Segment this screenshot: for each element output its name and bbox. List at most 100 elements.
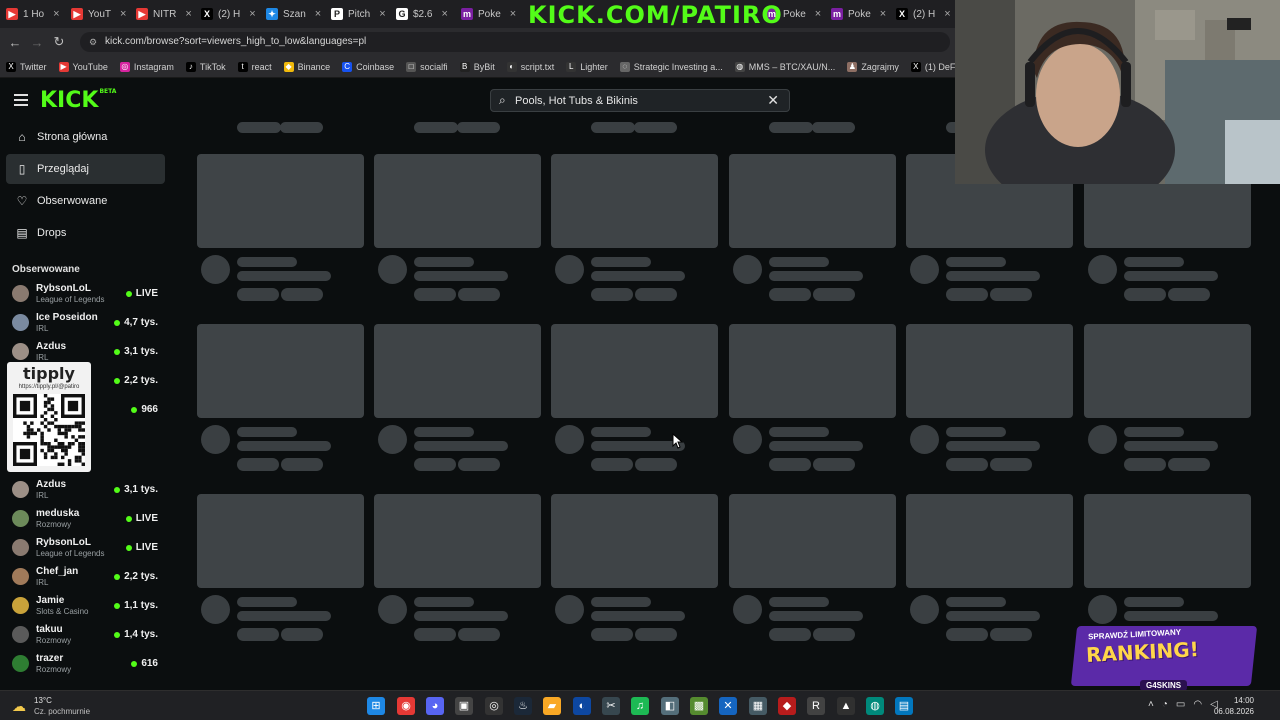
bookmark-item[interactable]: □ socialfi xyxy=(406,61,448,72)
network-icon[interactable]: ▭ xyxy=(1176,699,1185,710)
tab-close-icon[interactable]: × xyxy=(120,8,126,20)
discord-icon[interactable]: ◕ xyxy=(426,697,444,715)
sidebar-item-obserwowane[interactable]: ♡ Obserwowane xyxy=(6,186,165,216)
skeleton-stream-thumbnail[interactable] xyxy=(1084,324,1251,418)
obs-icon[interactable]: ◎ xyxy=(485,697,503,715)
skeleton-stream-thumbnail[interactable] xyxy=(374,154,541,248)
notepad-icon[interactable]: ▤ xyxy=(895,697,913,715)
skeleton-stream-thumbnail[interactable] xyxy=(729,324,896,418)
bookmark-item[interactable]: C Coinbase xyxy=(342,61,394,72)
bookmark-item[interactable]: ◐ script.txt xyxy=(506,61,554,72)
site-info-icon[interactable]: ⚙ xyxy=(89,32,97,52)
app7-icon[interactable]: ◍ xyxy=(866,697,884,715)
browser-tab[interactable]: m Poke × xyxy=(455,0,520,28)
followed-channel[interactable]: RybsonLoL League of Legends LIVE xyxy=(10,534,165,562)
tab-close-icon[interactable]: × xyxy=(510,8,516,20)
x-icon[interactable]: ✕ xyxy=(719,697,737,715)
promo-banner[interactable]: SPRAWDŹ LIMITOWANY RANKING! G4SKINS xyxy=(1068,612,1258,692)
wifi-icon[interactable]: ◠ xyxy=(1193,699,1202,710)
search-input[interactable] xyxy=(515,92,765,109)
followed-channel[interactable]: Ice Poseidon IRL 4,7 tys. xyxy=(10,309,165,337)
menu-icon[interactable] xyxy=(14,94,28,106)
skeleton-stream-thumbnail[interactable] xyxy=(551,494,718,588)
app2-icon[interactable]: ◧ xyxy=(661,697,679,715)
skeleton-stream-thumbnail[interactable] xyxy=(729,494,896,588)
kick-logo[interactable]: KICKBETA xyxy=(40,88,116,113)
bookmark-item[interactable]: ♟ Zagrajmy xyxy=(847,61,899,72)
bookmark-item[interactable]: ◎ Instagram xyxy=(119,61,174,72)
tab-close-icon[interactable]: × xyxy=(441,8,447,20)
bookmark-item[interactable]: L Lighter xyxy=(566,61,608,72)
skeleton-stream-thumbnail[interactable] xyxy=(551,154,718,248)
bookmark-item[interactable]: t react xyxy=(237,61,272,72)
skeleton-stream-thumbnail[interactable] xyxy=(197,494,364,588)
skeleton-stream-thumbnail[interactable] xyxy=(374,494,541,588)
forward-icon[interactable]: → xyxy=(26,35,48,50)
skeleton-stream-thumbnail[interactable] xyxy=(906,494,1073,588)
tab-close-icon[interactable]: × xyxy=(379,8,385,20)
followed-channel[interactable]: Azdus IRL 3,1 tys. xyxy=(10,476,165,504)
bookmark-item[interactable]: ◍ MMS – BTC/XAU/N... xyxy=(734,61,835,72)
sidebar-item-przeglądaj[interactable]: ▯ Przeglądaj xyxy=(6,154,165,184)
bookmark-item[interactable]: ◌ Strategic Investing a... xyxy=(619,61,723,72)
sidebar-item-strona-główna[interactable]: ⌂ Strona główna xyxy=(6,122,165,152)
sidebar-item-drops[interactable]: ▤ Drops xyxy=(6,218,165,248)
browser-icon[interactable]: ◐ xyxy=(573,697,591,715)
skeleton-stream-thumbnail[interactable] xyxy=(197,324,364,418)
skeleton-stream-thumbnail[interactable] xyxy=(1084,494,1251,588)
folder-icon[interactable]: ▰ xyxy=(543,697,561,715)
tab-close-icon[interactable]: × xyxy=(815,8,821,20)
skeleton-stream-thumbnail[interactable] xyxy=(374,324,541,418)
skeleton-title xyxy=(946,597,1006,607)
bookmark-item[interactable]: ♪ TikTok xyxy=(185,61,226,72)
tray-app-icon[interactable]: ◔ xyxy=(1162,699,1168,710)
tab-close-icon[interactable]: × xyxy=(315,8,321,20)
followed-channel[interactable]: RybsonLoL League of Legends LIVE xyxy=(10,280,165,308)
chrome-icon[interactable]: ◉ xyxy=(397,697,415,715)
clear-search-icon[interactable]: ✕ xyxy=(767,92,779,109)
tab-close-icon[interactable]: × xyxy=(185,8,191,20)
steam-icon[interactable]: ♨ xyxy=(514,697,532,715)
game-icon[interactable]: ▩ xyxy=(690,697,708,715)
tab-close-icon[interactable]: × xyxy=(249,8,255,20)
followed-channel[interactable]: meduska Rozmowy LIVE xyxy=(10,505,165,533)
clock[interactable]: 14:00 06.08.2026 xyxy=(1214,695,1254,717)
browser-tab[interactable]: X (2) H × xyxy=(890,0,955,28)
tool-icon[interactable]: ✂ xyxy=(602,697,620,715)
back-icon[interactable]: ← xyxy=(4,35,26,50)
browser-tab[interactable]: P Pitch × xyxy=(325,0,390,28)
skeleton-stream-thumbnail[interactable] xyxy=(551,324,718,418)
tab-close-icon[interactable]: × xyxy=(53,8,59,20)
skeleton-stream-thumbnail[interactable] xyxy=(197,154,364,248)
windows-start-icon[interactable]: ⊞ xyxy=(367,697,385,715)
skeleton-stream-thumbnail[interactable] xyxy=(906,324,1073,418)
app5-icon[interactable]: R xyxy=(807,697,825,715)
tab-close-icon[interactable]: × xyxy=(880,8,886,20)
followed-channel[interactable]: trazer Rozmowy 616 xyxy=(10,650,165,678)
browser-tab[interactable]: m Poke × xyxy=(825,0,890,28)
app4-icon[interactable]: ◆ xyxy=(778,697,796,715)
browser-tab[interactable]: X (2) H × xyxy=(195,0,260,28)
browser-tab[interactable]: ▶ YouT × xyxy=(65,0,130,28)
tab-close-icon[interactable]: × xyxy=(944,8,950,20)
tray-chevron-icon[interactable]: ˄ xyxy=(1148,699,1154,710)
bookmark-item[interactable]: ◆ Binance xyxy=(283,61,330,72)
browser-tab[interactable]: ✦ Szan × xyxy=(260,0,325,28)
browser-tab[interactable]: G $2.6 × xyxy=(390,0,455,28)
bookmark-item[interactable]: X Twitter xyxy=(6,61,47,72)
browser-tab[interactable]: ▶ 1 Ho × xyxy=(0,0,65,28)
followed-channel[interactable]: Jamie Slots & Casino 1,1 tys. xyxy=(10,592,165,620)
bookmark-item[interactable]: ▶ YouTube xyxy=(58,61,108,72)
url-field[interactable]: ⚙ kick.com/browse?sort=viewers_high_to_l… xyxy=(80,32,950,52)
followed-channel[interactable]: takuu Rozmowy 1,4 tys. xyxy=(10,621,165,649)
app6-icon[interactable]: ▲ xyxy=(837,697,855,715)
reload-icon[interactable]: ↻ xyxy=(48,34,70,50)
weather-widget[interactable]: ☁ 13°C Cz. pochmurnie xyxy=(12,695,112,717)
bookmark-item[interactable]: B ByBit xyxy=(459,61,495,72)
app-icon[interactable]: ▣ xyxy=(455,697,473,715)
skeleton-stream-thumbnail[interactable] xyxy=(729,154,896,248)
app3-icon[interactable]: ▦ xyxy=(749,697,767,715)
spotify-icon[interactable]: ♫ xyxy=(631,697,649,715)
followed-channel[interactable]: Chef_jan IRL 2,2 tys. xyxy=(10,563,165,591)
browser-tab[interactable]: ▶ NITR × xyxy=(130,0,195,28)
